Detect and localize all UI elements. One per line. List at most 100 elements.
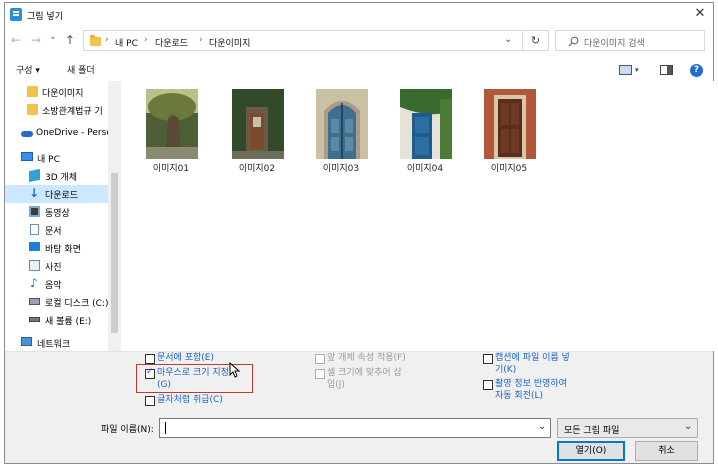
sidebar-item-local-disk[interactable]: 로컬 디스크 (C:) (5, 293, 108, 311)
close-icon[interactable]: ✕ (691, 5, 709, 23)
front-prop-label: 앞 개체 속성 적용(F) (327, 353, 406, 363)
sidebar-item-3d-objects[interactable]: 3D 개체 (5, 167, 108, 185)
options-panel: 문서에 포함(E) 마우스로 크기 지정 (G) 글자처럼 취급(C) 앞 개체… (5, 351, 713, 463)
fit-cell-label: 셀 크기에 맞추어 삽 (327, 368, 402, 378)
pc-icon (21, 152, 33, 161)
sidebar-item-videos[interactable]: 동영상 (5, 203, 108, 221)
file-list: 이미지01 이미지02 이미지03 이미지04 이미지05 (122, 81, 714, 351)
breadcrumb-pc[interactable]: 내 PC (115, 36, 138, 49)
file-name[interactable]: 이미지01 (136, 161, 206, 174)
folder-icon (27, 86, 38, 97)
caption-filename-label[interactable]: 캡션에 파일 이름 넣 (495, 352, 570, 364)
filetype-value: 모든 그림 파일 (564, 426, 620, 436)
treat-as-char-checkbox[interactable] (145, 396, 155, 406)
video-icon (29, 206, 40, 217)
sidebar-item-downimages[interactable]: 다운이미지 (5, 83, 108, 101)
back-arrow-icon[interactable]: ← (11, 33, 21, 47)
sidebar-item-documents[interactable]: 문서 (5, 221, 108, 239)
auto-rotate-label[interactable]: 촬영 정보 반영하여 (495, 378, 567, 390)
mouse-size-label-cont[interactable]: (G) (157, 379, 171, 391)
caption-filename-label-cont[interactable]: 기(K) (495, 364, 516, 376)
mouse-size-checkbox[interactable] (145, 367, 155, 379)
search-box[interactable]: 다운이미지 검색 (555, 30, 705, 51)
auto-rotate-label-cont[interactable]: 자동 회전(L) (495, 390, 543, 402)
file-thumbnail[interactable] (232, 89, 284, 159)
include-in-doc-label[interactable]: 문서에 포함(E) (157, 352, 214, 364)
help-icon[interactable]: ? (690, 64, 703, 77)
refresh-icon[interactable]: ↻ (523, 30, 549, 51)
front-prop-checkbox[interactable] (315, 354, 325, 364)
sidebar-item-downloads[interactable]: ↓ 다운로드 (5, 185, 108, 203)
file-thumbnail[interactable] (484, 89, 536, 159)
folder-icon (90, 35, 101, 46)
door-image-icon (400, 89, 452, 159)
desktop-icon (29, 242, 40, 251)
cloud-icon (21, 131, 33, 137)
open-button[interactable]: 열기(O) (557, 441, 625, 461)
sidebar-item-pictures[interactable]: 사진 (5, 257, 108, 275)
dialog-title: 그림 넣기 (27, 12, 63, 22)
door-image-icon (316, 89, 368, 159)
view-options-icon[interactable] (619, 65, 632, 75)
sidebar-item-firelaw[interactable]: 소방관계법규 기 (5, 101, 108, 119)
address-dropdown-icon[interactable]: ⌄ (504, 34, 512, 45)
app-icon (10, 8, 22, 21)
fit-cell-label-cont: 입(J) (327, 380, 345, 390)
filename-input[interactable]: ⌄ (159, 418, 551, 438)
file-name[interactable]: 이미지05 (474, 161, 544, 174)
filetype-select[interactable]: 모든 그림 파일 ⌄ (557, 418, 698, 438)
breadcrumb-downloads[interactable]: 다운로드 (155, 36, 188, 49)
recent-locations-chevron-icon[interactable]: ⌄ (49, 32, 57, 42)
file-name[interactable]: 이미지04 (390, 161, 460, 174)
fit-cell-checkbox[interactable] (315, 369, 325, 379)
search-placeholder: 다운이미지 검색 (584, 39, 645, 49)
cube-icon (29, 168, 40, 183)
document-icon (30, 224, 39, 235)
music-icon: ♪ (30, 276, 38, 290)
mouse-cursor-icon (229, 362, 241, 378)
mouse-size-label[interactable]: 마우스로 크기 지정 (157, 367, 229, 379)
breadcrumb-separator: › (144, 35, 148, 45)
folder-icon (27, 104, 38, 115)
file-thumbnail[interactable] (316, 89, 368, 159)
filetype-dropdown-icon[interactable]: ⌄ (684, 421, 692, 432)
file-name[interactable]: 이미지02 (222, 161, 292, 174)
filename-dropdown-icon[interactable]: ⌄ (538, 421, 546, 432)
sidebar-item-desktop[interactable]: 바탕 화면 (5, 239, 108, 257)
picture-icon (29, 260, 40, 271)
download-icon: ↓ (29, 186, 40, 200)
navigation-pane: 다운이미지 소방관계법규 기 OneDrive - Perso 내 PC 3D … (5, 81, 121, 351)
network-icon (21, 337, 32, 346)
sidebar-item-music[interactable]: ♪ 음악 (5, 275, 108, 293)
up-arrow-icon[interactable]: ↑ (65, 33, 75, 47)
sidebar-item-network[interactable]: 네트워크 (5, 334, 108, 351)
filename-label: 파일 이름(N): (101, 425, 154, 435)
breadcrumb-separator: › (199, 35, 203, 45)
forward-arrow-icon[interactable]: → (31, 33, 41, 47)
organize-menu[interactable]: 구성 ▾ (16, 63, 40, 76)
breadcrumb-separator: › (105, 35, 109, 45)
treat-as-char-label[interactable]: 글자처럼 취급(C) (157, 394, 223, 406)
auto-rotate-checkbox[interactable] (483, 380, 493, 390)
new-folder-button[interactable]: 새 폴더 (67, 63, 95, 76)
door-image-icon (484, 89, 536, 159)
title-bar: 그림 넣기 ✕ (5, 3, 713, 27)
drive-icon (29, 298, 40, 305)
file-name[interactable]: 이미지03 (306, 161, 376, 174)
breadcrumb-current[interactable]: 다운이미지 (209, 36, 250, 49)
address-bar[interactable]: › 내 PC › 다운로드 › 다운이미지 ⌄ (83, 30, 523, 51)
drive-icon (29, 317, 40, 322)
sidebar-scrollbar-thumb[interactable] (111, 173, 118, 333)
cancel-button[interactable]: 취소 (635, 441, 698, 461)
tree-image-icon (146, 89, 198, 159)
insert-picture-dialog: 그림 넣기 ✕ ← → ⌄ ↑ › 내 PC › 다운로드 › 다운이미지 ⌄ … (4, 2, 714, 464)
preview-pane-icon[interactable] (660, 65, 673, 75)
include-in-doc-checkbox[interactable] (145, 354, 155, 364)
search-icon (568, 36, 579, 47)
sidebar-item-mypc[interactable]: 내 PC (5, 149, 108, 167)
caption-filename-checkbox[interactable] (483, 354, 493, 364)
file-thumbnail[interactable] (146, 89, 198, 159)
sidebar-item-new-volume[interactable]: 새 볼륨 (E:) (5, 311, 108, 329)
sidebar-item-onedrive[interactable]: OneDrive - Perso (5, 125, 108, 143)
file-thumbnail[interactable] (400, 89, 452, 159)
